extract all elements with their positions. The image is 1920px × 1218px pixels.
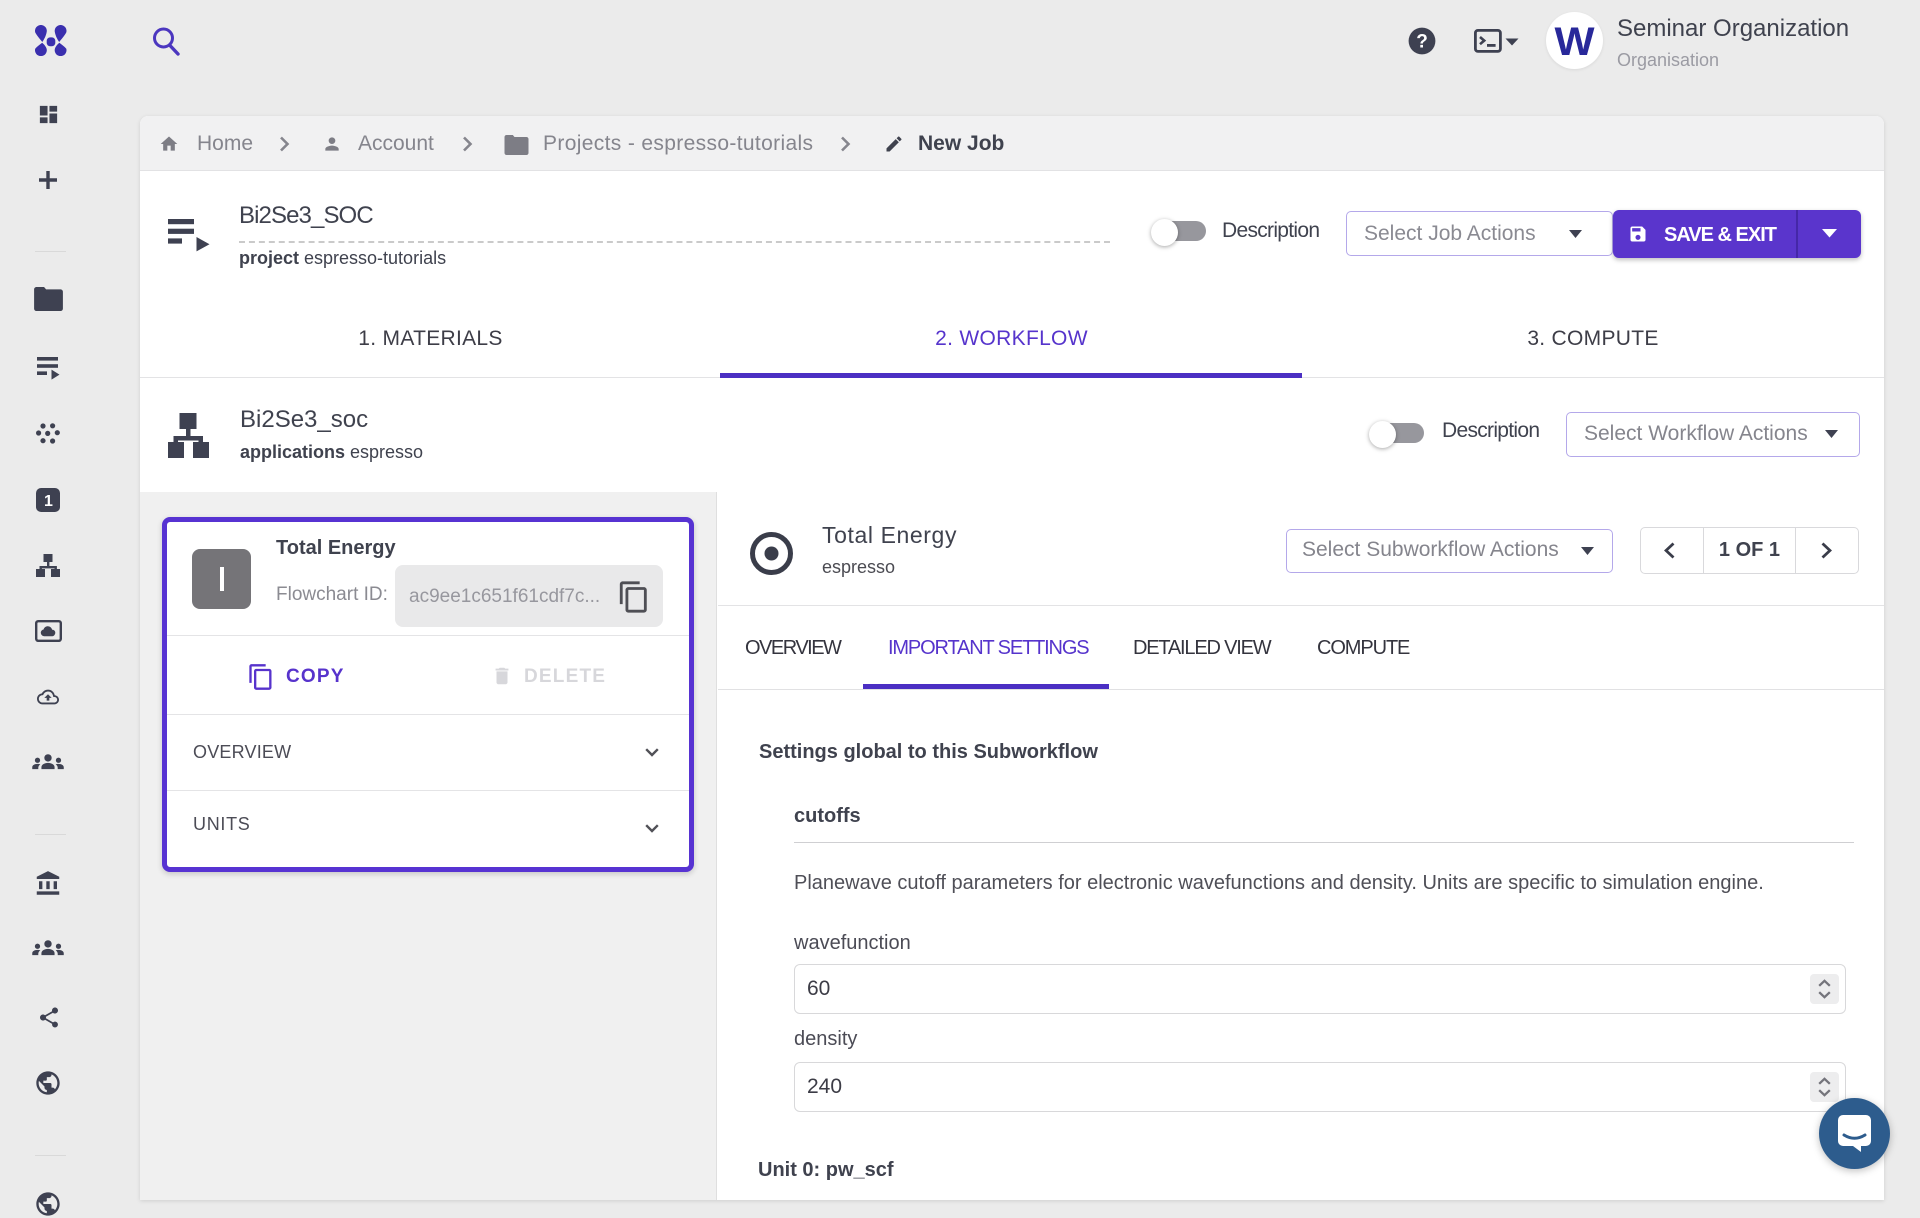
svg-text:?: ?	[1416, 32, 1428, 53]
svg-text:1: 1	[44, 493, 53, 510]
